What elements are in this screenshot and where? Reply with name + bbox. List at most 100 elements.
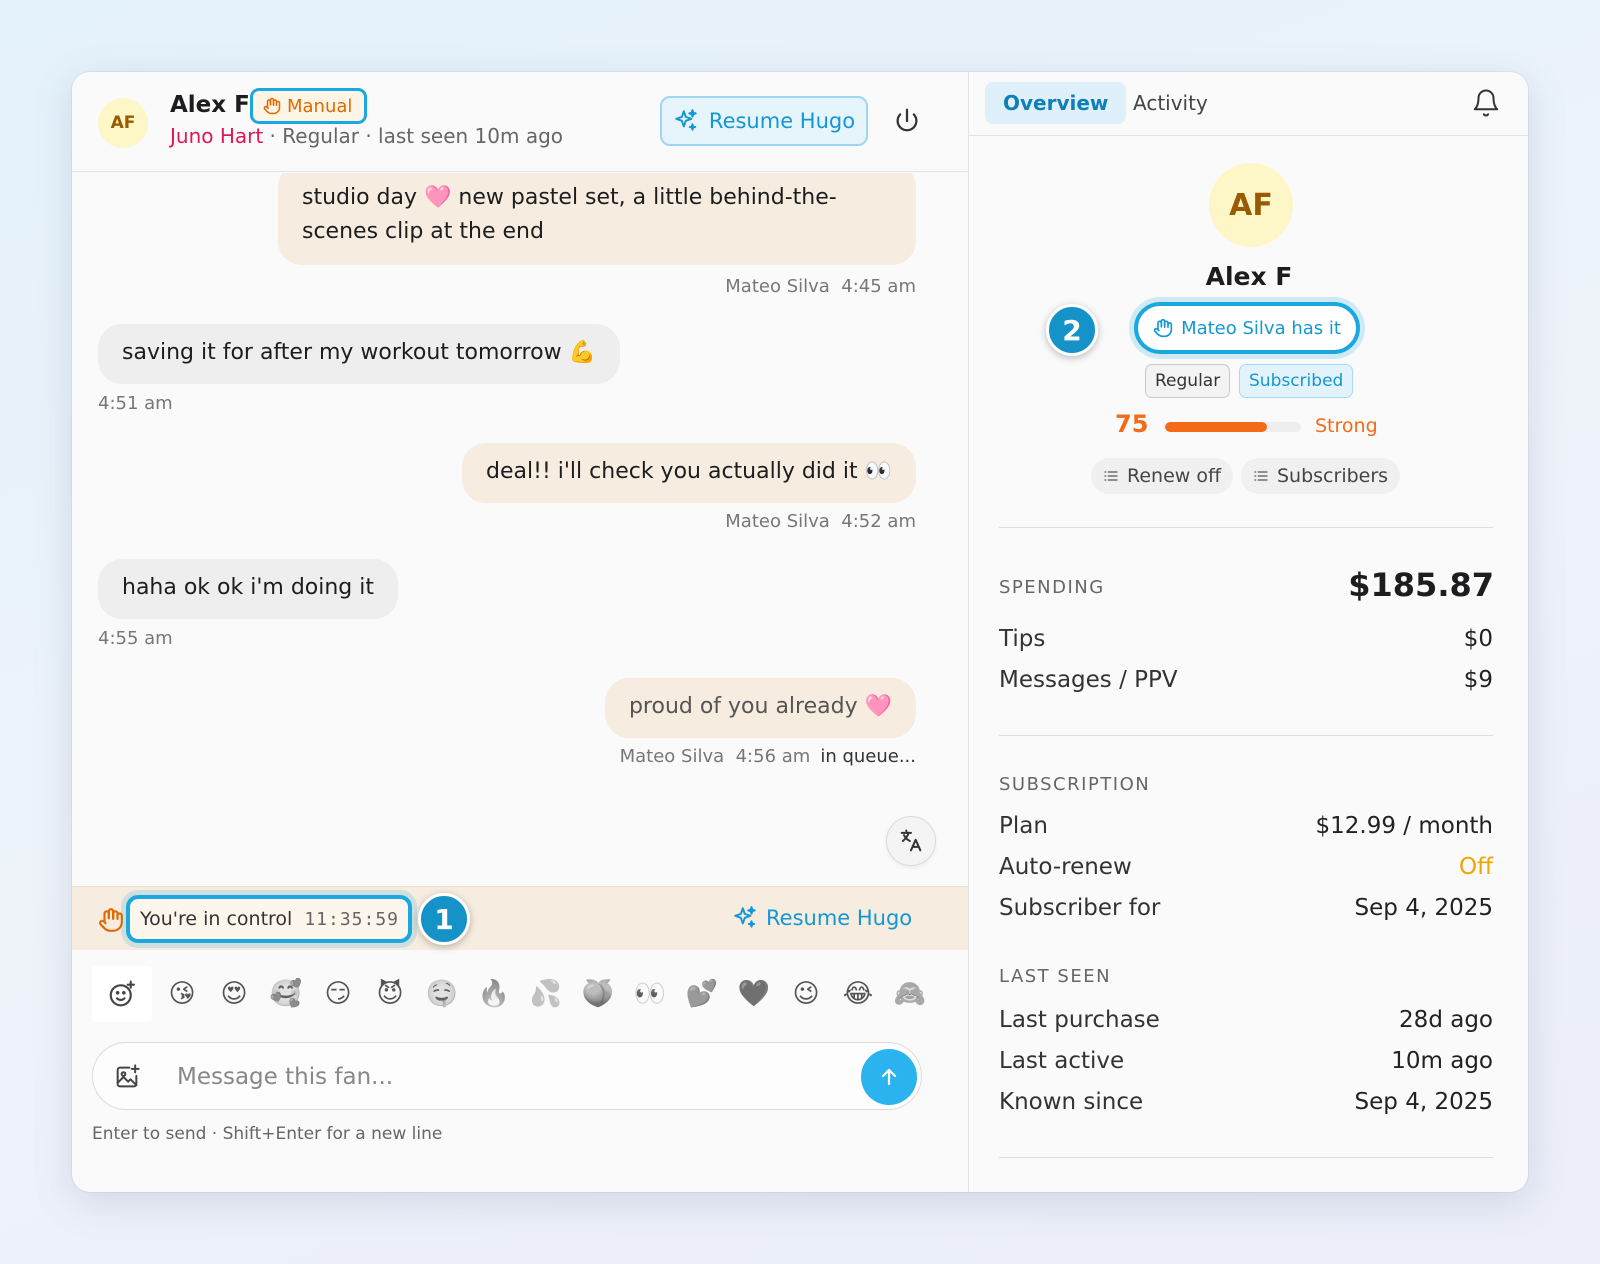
control-label: You're in control <box>140 908 293 930</box>
subscribers-chip[interactable]: Subscribers <box>1241 458 1401 494</box>
manual-badge-label: Manual <box>287 95 353 117</box>
emoji-option[interactable]: 😂 <box>832 979 884 1009</box>
fan-name[interactable]: Alex F <box>170 92 250 118</box>
smiley-add-icon <box>109 980 135 1007</box>
tab-overview[interactable]: Overview <box>985 82 1127 124</box>
fan-profile-panel: Overview Activity AF Alex F Mateo Silva … <box>968 72 1528 1192</box>
last-seen-row: Last purchase 28d ago <box>999 1007 1493 1033</box>
message-list[interactable]: studio day 🩷 new pastel set, a little be… <box>72 173 968 885</box>
translate-button[interactable] <box>886 816 936 866</box>
emoji-option[interactable]: 😉 <box>780 979 832 1009</box>
control-bar: You're in control 11:35:59 1 Resume Hugo <box>72 886 968 950</box>
panel-tabs: Overview Activity <box>969 72 1528 136</box>
emoji-option[interactable]: 😈 <box>364 979 416 1009</box>
translate-icon <box>900 829 922 852</box>
subscription-row: Plan $12.99 / month <box>999 813 1493 839</box>
message-input[interactable] <box>177 1057 837 1097</box>
emoji-option[interactable]: 💦 <box>520 979 572 1009</box>
last-seen-title: LAST SEEN <box>999 966 1112 987</box>
message-text: proud of you already 🩷 <box>628 694 892 719</box>
tab-activity[interactable]: Activity <box>1115 82 1226 124</box>
sparkle-icon <box>734 906 756 928</box>
control-status-pill: You're in control 11:35:59 <box>126 895 412 943</box>
emoji-option[interactable]: 🙈 <box>884 979 936 1009</box>
profile-avatar: AF <box>1209 163 1293 247</box>
message-text: haha ok ok i'm doing it <box>122 575 374 600</box>
hand-icon <box>1153 318 1173 338</box>
last-seen-row: Last active 10m ago <box>999 1048 1493 1074</box>
spending-title: SPENDING <box>999 577 1105 598</box>
bell-icon[interactable] <box>1471 88 1501 118</box>
renew-off-chip[interactable]: Renew off <box>1091 458 1234 494</box>
step-badge-1: 1 <box>418 893 470 945</box>
emoji-option[interactable]: 🖤 <box>728 979 780 1009</box>
section-divider <box>999 735 1493 736</box>
emoji-option[interactable]: 😘 <box>156 979 208 1009</box>
sparkle-icon <box>675 109 697 131</box>
emoji-option[interactable]: 💕 <box>676 979 728 1009</box>
queue-status: in queue... <box>820 746 916 767</box>
manual-mode-badge[interactable]: Manual <box>250 88 368 124</box>
fan-avatar[interactable]: AF <box>98 98 148 148</box>
message-text: deal!! i'll check you actually did it 👀 <box>486 459 892 484</box>
resume-hugo-link-label: Resume Hugo <box>766 906 913 930</box>
list-icon <box>1254 471 1268 481</box>
emoji-option[interactable]: 🍑 <box>572 979 624 1009</box>
chat-owner-label: Mateo Silva has it <box>1181 317 1341 339</box>
hand-icon <box>99 908 123 932</box>
resume-hugo-label: Resume Hugo <box>708 109 856 133</box>
engagement-bar-fill <box>1165 422 1267 432</box>
creator-name[interactable]: Juno Hart <box>170 124 263 148</box>
resume-hugo-button[interactable]: Resume Hugo <box>660 96 868 146</box>
emoji-option[interactable]: 🔥 <box>468 979 520 1009</box>
message-meta: Mateo Silva 4:56 am in queue... <box>619 746 916 767</box>
chat-pane: AF Alex F Manual Juno Hart · Regular · l… <box>72 72 968 1192</box>
message-meta: Mateo Silva 4:45 am <box>725 276 916 297</box>
profile-name: Alex F <box>1205 262 1293 291</box>
power-icon[interactable] <box>892 106 922 136</box>
emoji-option[interactable]: 😏 <box>312 979 364 1009</box>
subscription-title: SUBSCRIPTION <box>999 774 1151 795</box>
message-bubble-incoming[interactable]: haha ok ok i'm doing it <box>98 559 398 619</box>
control-timer: 11:35:59 <box>304 908 400 930</box>
composer-hint: Enter to send · Shift+Enter for a new li… <box>92 1124 443 1144</box>
send-button[interactable] <box>861 1049 917 1105</box>
message-bubble-outgoing[interactable]: studio day 🩷 new pastel set, a little be… <box>278 173 916 265</box>
spending-row: Tips $0 <box>999 626 1493 652</box>
message-text: saving it for after my workout tomorrow … <box>122 340 596 365</box>
hand-icon <box>263 97 281 115</box>
engagement-bar <box>1165 422 1301 432</box>
subscription-row: Auto-renew Off <box>999 854 1493 880</box>
chat-owner-pill[interactable]: Mateo Silva has it <box>1134 302 1360 354</box>
arrow-up-icon <box>881 1068 897 1086</box>
message-text: studio day 🩷 new pastel set, a little be… <box>302 185 837 244</box>
section-divider <box>999 527 1493 528</box>
message-bubble-incoming[interactable]: saving it for after my workout tomorrow … <box>98 324 620 384</box>
emoji-option[interactable]: 🤤 <box>416 979 468 1009</box>
fan-status: · Regular · last seen 10m ago <box>263 124 564 148</box>
tag-regular: Regular <box>1145 364 1231 398</box>
emoji-quick-bar: 😘 😍 🥰 😏 😈 🤤 🔥 💦 🍑 👀 💕 🖤 😉 😂 🙈 <box>92 966 952 1022</box>
list-icon <box>1104 471 1118 481</box>
emoji-picker-button[interactable] <box>92 966 152 1022</box>
add-image-icon[interactable] <box>113 1063 141 1091</box>
tag-subscribed: Subscribed <box>1239 364 1354 398</box>
message-bubble-outgoing[interactable]: proud of you already 🩷 <box>604 678 916 738</box>
subscription-row: Subscriber for Sep 4, 2025 <box>999 895 1493 921</box>
message-meta: Mateo Silva 4:52 am <box>725 511 916 532</box>
step-badge-2: 2 <box>1046 304 1098 356</box>
chat-header: AF Alex F Manual Juno Hart · Regular · l… <box>72 72 968 172</box>
spending-total: $185.87 <box>1348 566 1494 604</box>
spending-row: Messages / PPV $9 <box>999 667 1493 693</box>
section-divider <box>999 1157 1493 1158</box>
resume-hugo-link[interactable]: Resume Hugo <box>732 905 912 931</box>
engagement-score: 75 <box>1115 410 1149 438</box>
message-time: 4:51 am <box>98 393 173 414</box>
message-bubble-outgoing[interactable]: deal!! i'll check you actually did it 👀 <box>462 443 916 503</box>
fan-subline: Juno Hart · Regular · last seen 10m ago <box>170 124 563 148</box>
message-time: 4:55 am <box>98 628 173 649</box>
message-composer <box>92 1042 922 1110</box>
emoji-option[interactable]: 😍 <box>208 979 260 1009</box>
emoji-option[interactable]: 👀 <box>624 979 676 1009</box>
emoji-option[interactable]: 🥰 <box>260 979 312 1009</box>
